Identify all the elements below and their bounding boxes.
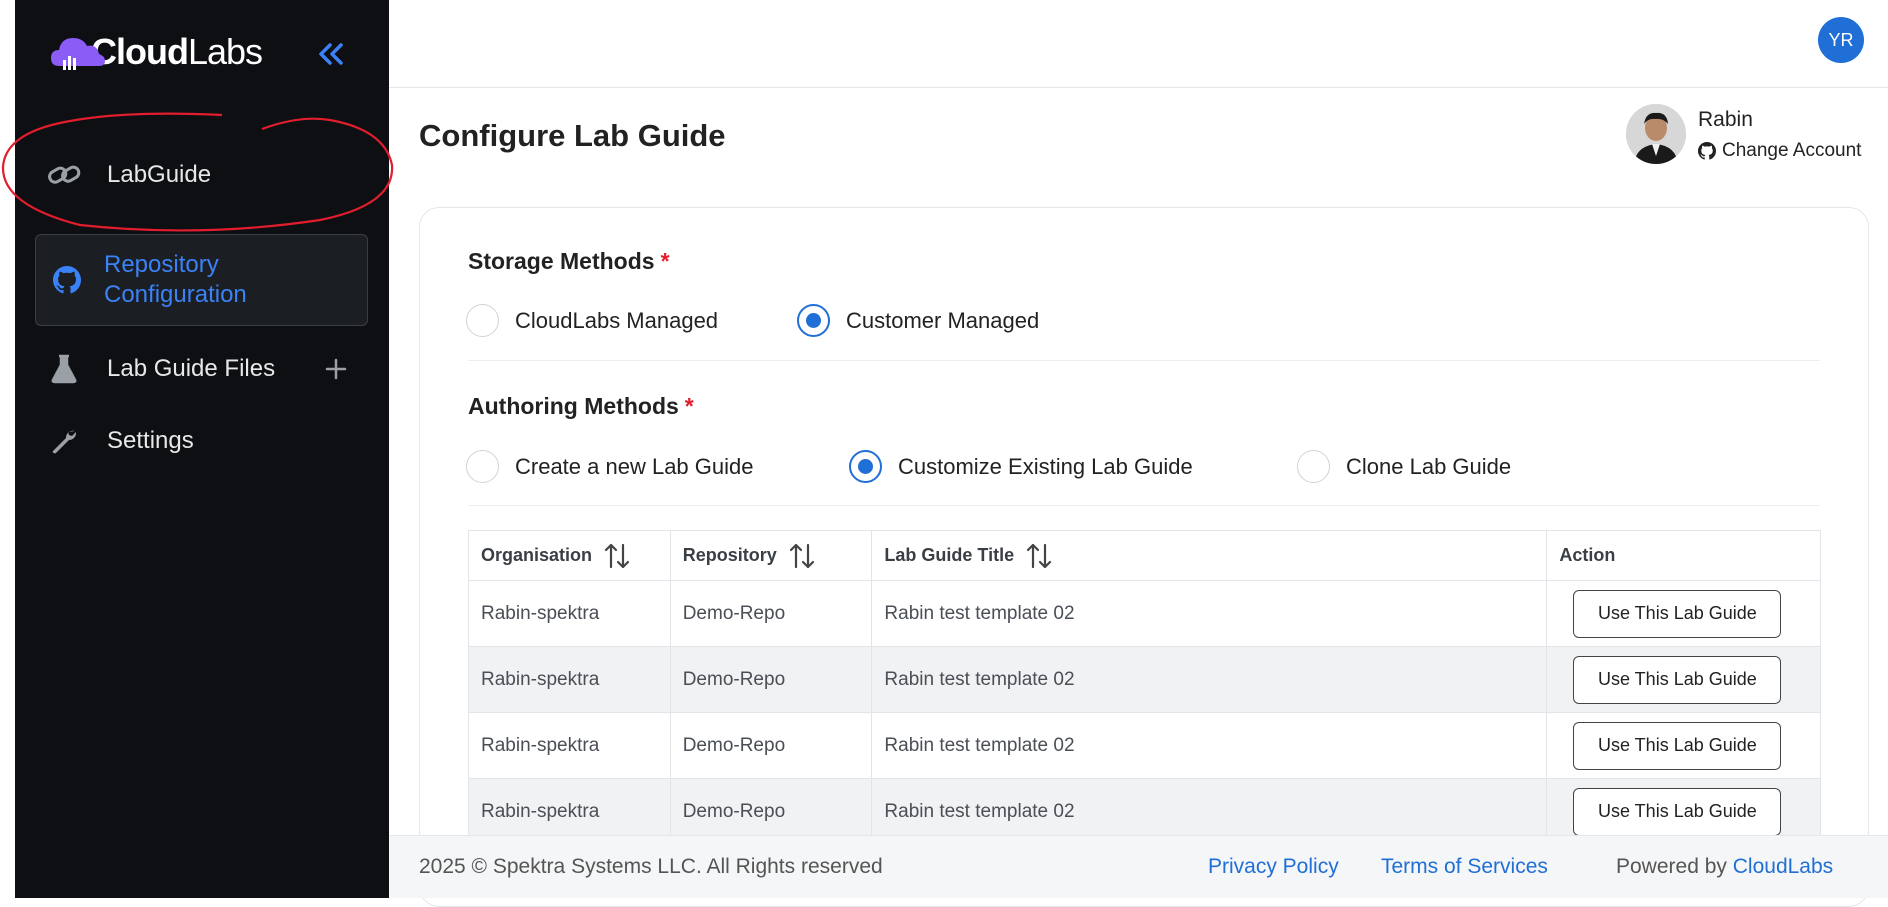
radio-cloudlabs-managed[interactable]: CloudLabs Managed (466, 304, 718, 337)
column-header-action: Action (1559, 545, 1616, 565)
sidebar-item-label: Settings (107, 427, 194, 454)
cell-action: Use This Lab Guide (1547, 647, 1820, 712)
column-header-lab-guide-title: Lab Guide Title (872, 531, 1548, 580)
use-this-lab-guide-button[interactable]: Use This Lab Guide (1573, 589, 1782, 638)
cell-organisation: Rabin-spektra (469, 581, 671, 646)
brand-name: CloudLabs (91, 31, 263, 72)
sort-icon[interactable] (604, 542, 630, 570)
radio-customize-existing-lab-guide[interactable]: Customize Existing Lab Guide (849, 450, 1193, 483)
sort-icon[interactable] (789, 542, 815, 570)
brand-logo[interactable]: CloudLabs (49, 28, 263, 76)
privacy-policy-link[interactable]: Privacy Policy (1208, 855, 1339, 879)
cell-organisation: Rabin-spektra (469, 647, 671, 712)
cell-lab-guide-title: Rabin test template 02 (872, 581, 1548, 646)
sort-icon[interactable] (1026, 542, 1052, 570)
cloud-logo-icon (49, 30, 105, 74)
footer: 2025 © Spektra Systems LLC. All Rights r… (389, 835, 1888, 898)
sidebar-item-lab-guide-files[interactable]: Lab Guide Files (47, 344, 377, 394)
collapse-sidebar-button[interactable] (311, 34, 351, 74)
column-header-repository: Repository (671, 531, 873, 580)
cell-repository: Demo-Repo (671, 647, 873, 712)
use-this-lab-guide-button[interactable]: Use This Lab Guide (1573, 655, 1782, 704)
account-name: Rabin (1698, 108, 1753, 131)
sidebar-item-labguide[interactable]: LabGuide (47, 150, 377, 200)
flask-icon (47, 352, 81, 386)
lab-guide-table: Organisation Repository Lab Guide Title … (468, 530, 1821, 846)
cell-action: Use This Lab Guide (1547, 581, 1820, 646)
github-icon (50, 263, 84, 297)
powered-by: Powered by CloudLabs (1616, 855, 1834, 878)
radio-button[interactable] (466, 450, 499, 483)
radio-button-selected[interactable] (797, 304, 830, 337)
cell-repository: Demo-Repo (671, 713, 873, 778)
wrench-icon (47, 424, 81, 458)
divider (468, 360, 1820, 361)
link-icon (47, 158, 81, 192)
use-this-lab-guide-button[interactable]: Use This Lab Guide (1573, 721, 1782, 770)
user-avatar[interactable]: YR (1818, 17, 1864, 63)
radio-customer-managed[interactable]: Customer Managed (797, 304, 1039, 337)
table-row: Rabin-spektra Demo-Repo Rabin test templ… (469, 713, 1820, 779)
radio-button[interactable] (466, 304, 499, 337)
radio-button-selected[interactable] (849, 450, 882, 483)
copyright-text: 2025 © Spektra Systems LLC. All Rights r… (419, 855, 883, 878)
change-account-link[interactable]: Change Account (1698, 140, 1861, 162)
cell-repository: Demo-Repo (671, 581, 873, 646)
sidebar-item-label: LabGuide (107, 161, 212, 188)
radio-button[interactable] (1297, 450, 1330, 483)
use-this-lab-guide-button[interactable]: Use This Lab Guide (1573, 787, 1782, 836)
top-bar: YR (389, 0, 1888, 88)
left-margin (0, 0, 15, 898)
cell-organisation: Rabin-spektra (469, 713, 671, 778)
sidebar-item-label: Repository Configuration (104, 251, 247, 308)
sidebar: CloudLabs LabGuide Repository Configurati… (15, 0, 389, 898)
sidebar-item-label: Lab Guide Files (107, 355, 276, 382)
page-title: Configure Lab Guide (419, 118, 726, 153)
add-file-button[interactable] (319, 352, 353, 386)
double-chevron-left-icon (319, 43, 343, 65)
cell-lab-guide-title: Rabin test template 02 (872, 713, 1548, 778)
divider (468, 505, 1820, 506)
storage-methods-title: Storage Methods * (468, 248, 670, 274)
table-header-row: Organisation Repository Lab Guide Title … (469, 531, 1820, 581)
plus-icon (325, 358, 347, 380)
table-row: Rabin-spektra Demo-Repo Rabin test templ… (469, 647, 1820, 713)
sidebar-item-repository-configuration[interactable]: Repository Configuration (35, 234, 368, 326)
account-avatar (1626, 104, 1686, 164)
column-header-organisation: Organisation (469, 531, 671, 580)
radio-create-new-lab-guide[interactable]: Create a new Lab Guide (466, 450, 754, 483)
sidebar-item-settings[interactable]: Settings (47, 416, 377, 466)
radio-clone-lab-guide[interactable]: Clone Lab Guide (1297, 450, 1511, 483)
cloudlabs-link[interactable]: CloudLabs (1733, 855, 1833, 878)
table-row: Rabin-spektra Demo-Repo Rabin test templ… (469, 581, 1820, 647)
cell-action: Use This Lab Guide (1547, 713, 1820, 778)
cell-lab-guide-title: Rabin test template 02 (872, 647, 1548, 712)
github-icon (1698, 142, 1716, 160)
terms-of-services-link[interactable]: Terms of Services (1381, 855, 1548, 879)
authoring-methods-title: Authoring Methods * (468, 393, 694, 419)
account-panel: Rabin Change Account (1626, 104, 1876, 166)
